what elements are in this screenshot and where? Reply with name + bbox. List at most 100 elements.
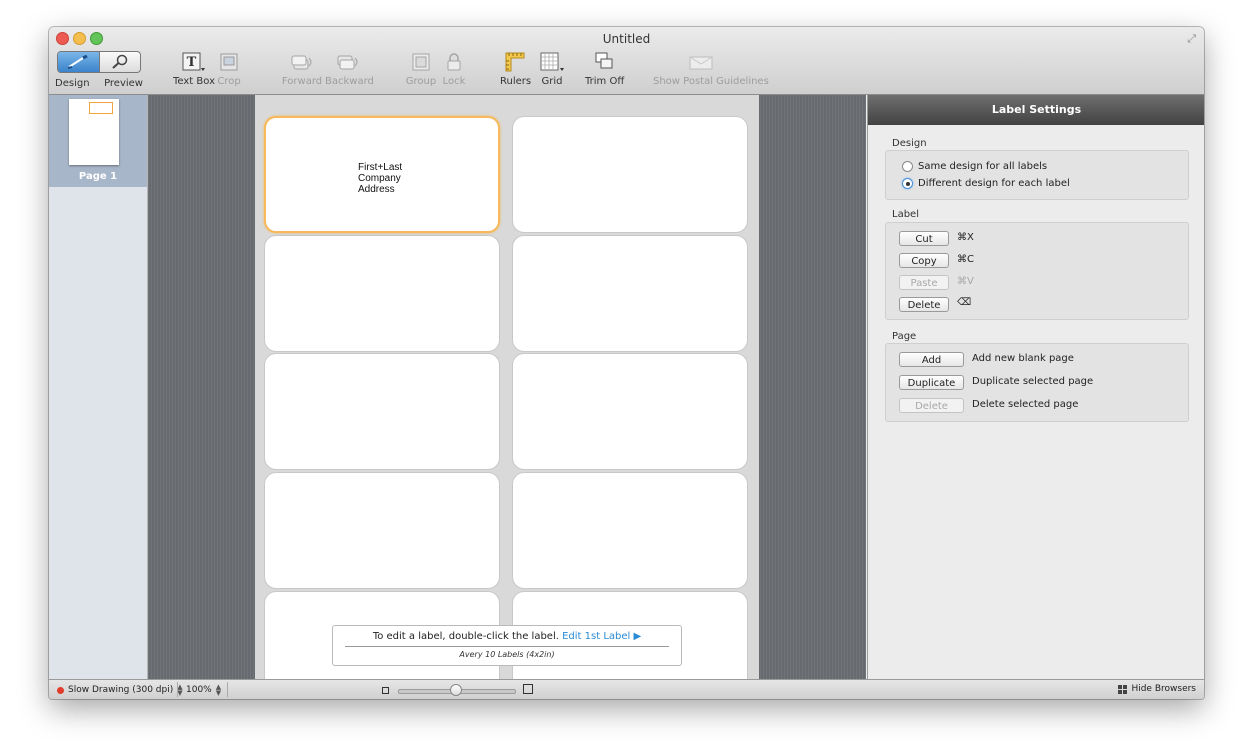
cut-shortcut: ⌘X (957, 232, 974, 243)
label-sheet[interactable]: First+Last Company Address (255, 95, 759, 679)
envelope-icon (689, 56, 713, 70)
same-design-radio[interactable] (902, 161, 913, 172)
zoom-value: 100% (186, 685, 212, 695)
copy-button[interactable]: Copy (899, 253, 949, 268)
duplicate-page-button[interactable]: Duplicate (899, 375, 964, 390)
thumbnail-label-marker (89, 102, 113, 114)
different-design-radio[interactable] (902, 178, 913, 189)
rulers-icon (505, 52, 525, 72)
delete-shortcut: ⌫ (957, 297, 972, 308)
lock-tool[interactable]: Lock (441, 51, 467, 87)
label-5[interactable] (264, 353, 500, 470)
add-page-button[interactable]: Add (899, 352, 964, 367)
different-design-option[interactable]: Different design for each label (902, 178, 1070, 189)
lock-icon (447, 53, 461, 71)
zoom-slider-knob[interactable] (450, 684, 462, 696)
same-design-option[interactable]: Same design for all labels (902, 161, 1047, 172)
group-label: Group (405, 76, 437, 87)
edit-hint-popover: To edit a label, double-click the label.… (332, 625, 682, 666)
label-line-address: Address (358, 184, 395, 195)
panel-title: Label Settings (868, 95, 1204, 125)
add-page-description: Add new blank page (972, 353, 1074, 364)
rulers-tool[interactable]: Rulers (500, 51, 532, 87)
different-design-label: Different design for each label (918, 178, 1070, 189)
label-3[interactable] (264, 235, 500, 352)
copy-shortcut: ⌘C (957, 254, 974, 265)
label-group: Cut ⌘X Copy ⌘C Paste ⌘V Delete ⌫ (885, 222, 1189, 320)
crop-icon (220, 53, 238, 71)
crop-label: Crop (217, 76, 241, 87)
label-6[interactable] (512, 353, 748, 470)
status-bar: Slow Drawing (300 dpi) ▲ ▼ 100% ▲ ▼ Hide B… (49, 679, 1204, 699)
forward-label: Forward (281, 76, 323, 87)
backward-tool[interactable]: Backward (325, 51, 374, 87)
label-1[interactable]: First+Last Company Address (264, 116, 500, 233)
cut-button[interactable]: Cut (899, 231, 949, 246)
label-7[interactable] (264, 472, 500, 589)
trim-off-tool[interactable]: Trim Off (585, 51, 625, 87)
group-tool[interactable]: Group (405, 51, 437, 87)
grid-tool[interactable]: Grid (538, 51, 566, 87)
page-browser: Page 1 (49, 95, 148, 679)
text-box-tool[interactable]: T Text Box (173, 51, 215, 87)
grid-icon (540, 52, 564, 71)
template-name: Avery 10 Labels (4x2in) (459, 650, 555, 659)
label-settings-panel: Label Settings Design Same design for al… (867, 95, 1204, 679)
browsers-icon (1118, 684, 1128, 694)
delete-page-button[interactable]: Delete (899, 398, 964, 413)
label-8[interactable] (512, 472, 748, 589)
fullscreen-icon[interactable]: ⤢ (1187, 32, 1196, 46)
duplicate-page-description: Duplicate selected page (972, 376, 1094, 387)
page-thumbnail[interactable] (69, 99, 119, 165)
hide-browsers-button[interactable]: Hide Browsers (1118, 684, 1196, 694)
app-window: Untitled ⤢ Design Preview T Text Box Cro… (49, 27, 1204, 699)
edit-hint-text: To edit a label, double-click the label. (372, 631, 559, 642)
magnifier-icon (112, 54, 127, 69)
postal-guidelines-tool[interactable]: Show Postal Guidelines (653, 51, 769, 87)
status-dot-icon (57, 686, 64, 694)
design-canvas[interactable]: First+Last Company Address To edit a lab… (148, 95, 866, 679)
label-group-title: Label (892, 209, 919, 220)
paste-button[interactable]: Paste (899, 275, 949, 290)
trim-icon (595, 52, 613, 69)
label-1-text[interactable]: First+Last Company Address (358, 162, 402, 195)
page-thumbnail-selected[interactable]: Page 1 (49, 95, 147, 187)
hide-browsers-label: Hide Browsers (1131, 684, 1196, 694)
label-line-name: First+Last (358, 162, 403, 173)
delete-page-description: Delete selected page (972, 399, 1079, 410)
design-mode-label: Design (55, 78, 90, 89)
window-title: Untitled (602, 32, 651, 46)
drawing-quality-popup[interactable]: Slow Drawing (300 dpi) ▲ ▼ (57, 684, 183, 697)
design-group: Same design for all labels Different des… (885, 150, 1189, 200)
label-4[interactable] (512, 235, 748, 352)
delete-label-button[interactable]: Delete (899, 297, 949, 312)
crop-tool[interactable]: Crop (215, 51, 243, 87)
postal-guidelines-label: Show Postal Guidelines (653, 76, 769, 87)
same-design-label: Same design for all labels (918, 161, 1048, 172)
design-mode-button[interactable] (58, 52, 100, 72)
brush-icon (68, 55, 88, 69)
mode-segmented-control (57, 51, 141, 73)
label-2[interactable] (512, 116, 748, 233)
label-line-company: Company (358, 173, 401, 184)
zoom-in-icon[interactable] (523, 684, 533, 694)
hint-divider (345, 646, 669, 647)
zoom-popup[interactable]: 100% ▲ ▼ (186, 683, 222, 697)
page-group: Add Add new blank page Duplicate Duplica… (885, 343, 1189, 422)
page-name: Page 1 (78, 171, 118, 182)
send-backward-icon (337, 55, 358, 70)
bring-forward-icon (291, 55, 312, 70)
preview-mode-button[interactable] (100, 52, 141, 72)
rulers-label: Rulers (500, 76, 532, 87)
zoom-out-icon[interactable] (382, 687, 389, 694)
lock-label: Lock (442, 76, 466, 87)
backward-label: Backward (325, 76, 374, 87)
trim-off-label: Trim Off (585, 76, 625, 87)
zoom-updown-icon: ▲ ▼ (215, 683, 222, 697)
edit-first-label-link[interactable]: Edit 1st Label ▶ (562, 631, 641, 642)
forward-tool[interactable]: Forward (279, 51, 325, 87)
page-group-title: Page (892, 331, 917, 342)
drawing-quality-value: Slow Drawing (300 dpi) (68, 685, 174, 695)
design-group-title: Design (892, 138, 927, 149)
mode-labels: Design Preview (55, 78, 143, 89)
